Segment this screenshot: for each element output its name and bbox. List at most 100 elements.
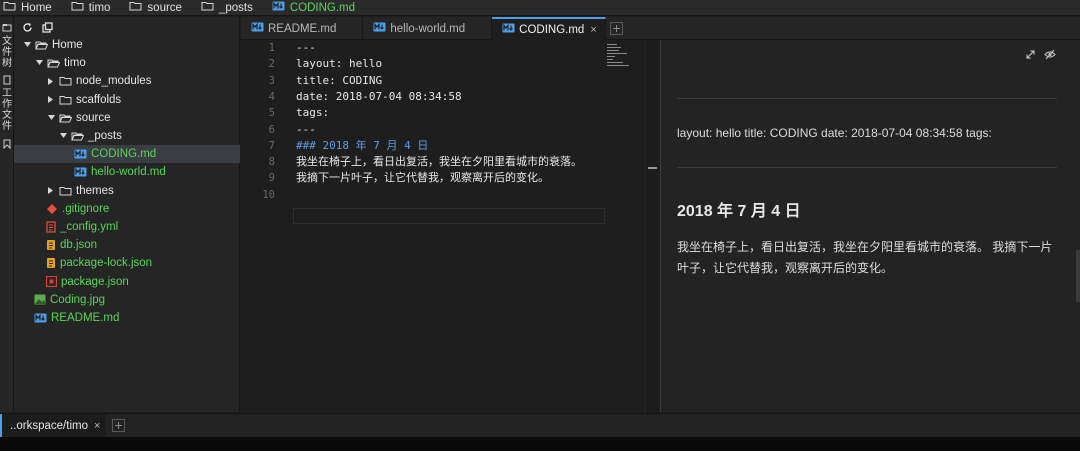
tree-item-label: CODING.md bbox=[91, 148, 157, 161]
breadcrumb-label: timo bbox=[88, 1, 111, 14]
tree-item-label: README.md bbox=[51, 312, 120, 324]
tree-item-label: _posts bbox=[88, 130, 122, 142]
chevron-down-icon[interactable] bbox=[46, 114, 56, 121]
json-file-icon bbox=[46, 239, 56, 251]
breadcrumb-item[interactable]: CODING.md bbox=[272, 1, 355, 14]
breadcrumb-label: CODING.md bbox=[289, 1, 356, 14]
breadcrumb-item[interactable]: _posts bbox=[201, 1, 253, 14]
tree-item-label: themes bbox=[76, 184, 114, 197]
folder-icon bbox=[47, 58, 60, 68]
tree-file[interactable]: db.json bbox=[14, 236, 240, 254]
tree-file[interactable]: CODING.md bbox=[14, 145, 240, 164]
tree-item-label: hello-world.md bbox=[91, 166, 166, 179]
editor-tab[interactable]: hello-world.md bbox=[363, 17, 493, 40]
markdown-file-icon bbox=[502, 23, 515, 36]
preview-heading: 2018 年 7 月 4 日 bbox=[677, 203, 801, 220]
plus-icon bbox=[112, 419, 126, 432]
tree-toolbar bbox=[14, 17, 239, 37]
folder-icon bbox=[3, 1, 16, 14]
editor-area: README.md hello-world.md CODING.md × 1 2 3 4 5 6… bbox=[241, 17, 1080, 412]
tree-file[interactable]: .gitignore bbox=[14, 200, 240, 218]
code-line: ### 2018 年 7 月 4 日 bbox=[296, 138, 429, 152]
line-number: 10 bbox=[262, 188, 275, 201]
folder-icon bbox=[59, 113, 72, 123]
breadcrumb-item[interactable]: Home bbox=[3, 1, 52, 14]
code-line: 我摘下一片叶子，让它代替我，观察离开后的变化。 bbox=[296, 171, 549, 185]
chevron-right-icon[interactable] bbox=[46, 187, 56, 195]
tree-file[interactable]: package-lock.json bbox=[14, 254, 240, 272]
editor-tab[interactable]: CODING.md × bbox=[492, 17, 606, 40]
minimap[interactable] bbox=[607, 44, 631, 84]
breadcrumb-label: Home bbox=[21, 1, 52, 14]
tree-item-label: .gitignore bbox=[62, 202, 110, 215]
line-number: 4 bbox=[268, 90, 275, 103]
terminal-panel[interactable] bbox=[0, 437, 1080, 451]
editor-tabs: README.md hello-world.md CODING.md × bbox=[241, 17, 1080, 40]
chevron-right-icon[interactable] bbox=[46, 96, 56, 104]
tab-label: README.md bbox=[268, 22, 337, 35]
close-tab-icon[interactable]: × bbox=[590, 24, 596, 36]
tree-item-label: package-lock.json bbox=[60, 257, 153, 270]
add-workspace-tab-button[interactable] bbox=[112, 419, 126, 432]
markdown-file-icon bbox=[251, 22, 264, 35]
image-file-icon bbox=[34, 294, 46, 305]
git-file-icon bbox=[46, 203, 58, 215]
breadcrumb-item[interactable]: source bbox=[129, 1, 182, 14]
tree-file[interactable]: hello-world.md bbox=[14, 163, 240, 181]
file-tree-tab-label[interactable]: 文件树 bbox=[1, 36, 13, 69]
preview-scrollbar[interactable] bbox=[1076, 250, 1080, 302]
tree-file[interactable]: README.md bbox=[14, 309, 240, 327]
tree-file[interactable]: package.json bbox=[14, 273, 240, 291]
code-line: 我坐在椅子上，看日出复活，我坐在夕阳里看城市的衰落。 bbox=[296, 155, 582, 169]
preview-rule-top bbox=[677, 98, 1057, 99]
tree-item-label: package.json bbox=[61, 275, 129, 288]
tree-item-label: _config.yml bbox=[60, 221, 119, 233]
markdown-file-icon bbox=[272, 1, 285, 14]
new-window-icon[interactable] bbox=[42, 21, 53, 33]
editor-tab[interactable]: README.md bbox=[241, 17, 364, 40]
tab-list: README.md hello-world.md CODING.md × bbox=[241, 17, 606, 40]
tree-folder[interactable]: timo bbox=[14, 54, 240, 72]
tree-folder[interactable]: Home bbox=[14, 36, 240, 54]
chevron-down-icon[interactable] bbox=[58, 133, 68, 139]
close-workspace-tab-icon[interactable]: × bbox=[94, 420, 100, 432]
workspace-files-tab-label[interactable]: 工作文件 bbox=[1, 88, 13, 132]
code-line: title: CODING bbox=[296, 73, 383, 87]
tree-item-label: timo bbox=[64, 57, 86, 70]
folder-icon bbox=[35, 40, 48, 50]
tree-file[interactable]: _config.yml bbox=[14, 218, 240, 236]
breadcrumb: Home timo source _posts CODING.md bbox=[0, 0, 1080, 16]
tree-folder[interactable]: node_modules bbox=[14, 72, 240, 90]
tree-folder[interactable]: themes bbox=[14, 182, 240, 200]
markdown-file-icon bbox=[34, 313, 47, 323]
expand-icon[interactable] bbox=[1025, 49, 1036, 60]
chevron-right-icon[interactable] bbox=[46, 77, 56, 85]
tree-folder[interactable]: source bbox=[14, 109, 240, 127]
code-editor[interactable]: 1 2 3 4 5 6 7 8 9 10 --- layout: hello title: CODIN… bbox=[241, 40, 658, 412]
chevron-down-icon[interactable] bbox=[34, 60, 44, 66]
folder-icon bbox=[71, 1, 84, 14]
markdown-preview: layout: hello title: CODING date: 2018-0… bbox=[660, 40, 1080, 412]
overview-ruler[interactable] bbox=[645, 40, 658, 412]
tree-item-label: scaffolds bbox=[76, 93, 122, 106]
breadcrumb-label: source bbox=[147, 1, 182, 14]
chevron-down-icon[interactable] bbox=[22, 42, 32, 48]
tab-label: hello-world.md bbox=[390, 22, 466, 35]
line-number-gutter: 1 2 3 4 5 6 7 8 9 10 bbox=[241, 40, 287, 412]
markdown-file-icon bbox=[74, 167, 87, 177]
tree-file[interactable]: Coding.jpg bbox=[14, 291, 240, 309]
side-view-strip: 文件树 工作文件 bbox=[0, 17, 14, 412]
bookmark-icon bbox=[3, 139, 11, 149]
add-tab-button[interactable] bbox=[606, 17, 628, 40]
preview-rule-bottom bbox=[677, 167, 1057, 168]
folder-icon bbox=[59, 186, 72, 196]
line-number: 3 bbox=[268, 74, 275, 87]
yaml-file-icon bbox=[46, 221, 56, 233]
workspace-tab[interactable]: ..orkspace/timo × bbox=[0, 413, 107, 438]
eye-off-icon[interactable] bbox=[1044, 49, 1056, 60]
breadcrumb-item[interactable]: timo bbox=[71, 1, 111, 14]
ruler-cursor-mark bbox=[648, 167, 657, 169]
tree-folder[interactable]: _posts bbox=[14, 127, 240, 145]
refresh-icon[interactable] bbox=[22, 22, 33, 33]
tree-folder[interactable]: scaffolds bbox=[14, 91, 240, 109]
